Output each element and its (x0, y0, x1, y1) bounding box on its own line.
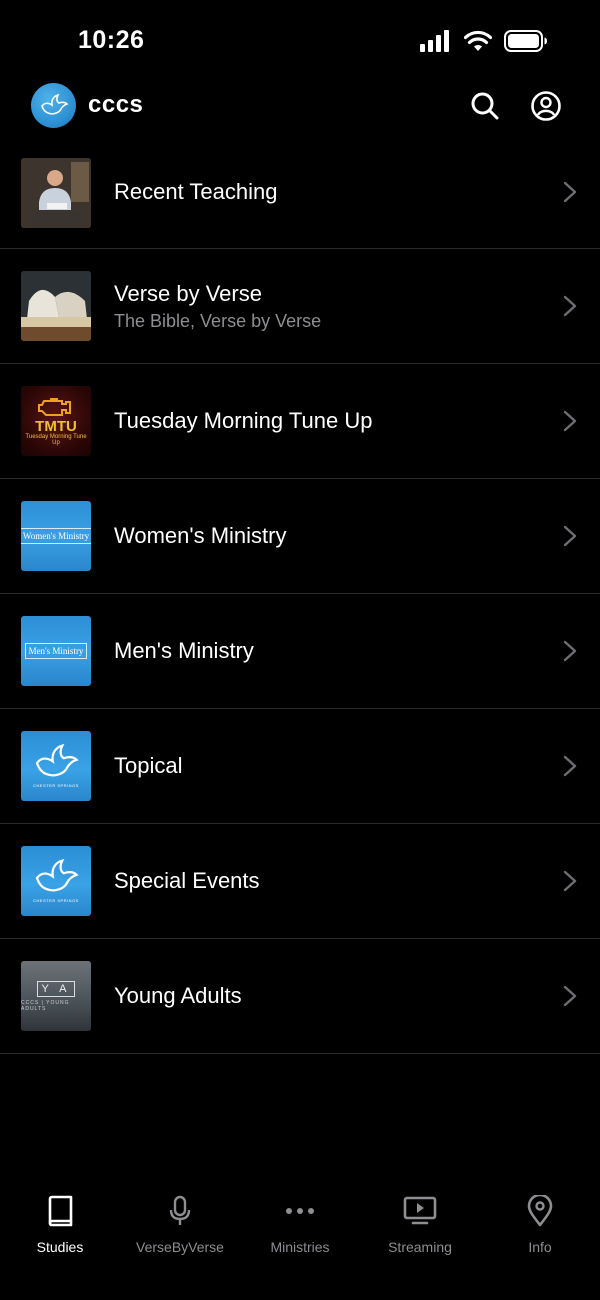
row-title: Tuesday Morning Tune Up (114, 408, 373, 433)
ya-logo-subtitle: CCCS | YOUNG ADULTS (21, 999, 70, 1012)
status-icons (420, 28, 548, 54)
row-text: Special Events (114, 824, 540, 938)
row-title: Women's Ministry (114, 523, 287, 548)
wifi-icon (464, 30, 492, 51)
special-events-thumbnail: CHESTER SPRINGS (21, 846, 91, 916)
status-time: 10:26 (78, 26, 145, 54)
open-bible-image (21, 271, 91, 341)
chevron-right-icon (563, 295, 577, 317)
dove-icon (35, 859, 79, 892)
tmtu-logo-text: TMTU (35, 417, 77, 435)
tab-versebyverse[interactable]: VerseByVerse (120, 1194, 240, 1255)
row-title: Topical (114, 753, 183, 778)
list-item[interactable]: Verse by Verse The Bible, Verse by Verse (0, 249, 600, 364)
list-item[interactable]: CHESTER SPRINGS Special Events (0, 824, 600, 939)
row-text: Verse by Verse The Bible, Verse by Verse (114, 249, 540, 363)
tab-bar: Studies VerseByVerse Ministries Streamin… (0, 1182, 600, 1300)
row-title: Young Adults (114, 983, 242, 1008)
row-text: Men's Ministry (114, 594, 540, 708)
chevron-right-icon (563, 525, 577, 547)
signal-icon (420, 30, 449, 52)
account-icon (531, 91, 561, 121)
open-bible-thumbnail (21, 271, 91, 341)
thumbnail-label: Women's Ministry (21, 528, 91, 544)
search-button[interactable] (467, 88, 503, 124)
dove-icon (40, 93, 68, 115)
thumbnail-caption: CHESTER SPRINGS (33, 783, 79, 788)
ya-logo-text: Y A (36, 980, 76, 997)
teacher-photo-image (21, 158, 91, 228)
chevron-right-icon (563, 181, 577, 203)
tab-label: Info (528, 1239, 552, 1255)
tab-label: Streaming (388, 1239, 452, 1255)
row-text: Women's Ministry (114, 479, 540, 593)
tmtu-thumbnail: TMTU Tuesday Morning Tune Up (21, 386, 91, 456)
list-item[interactable]: Men's Ministry Men's Ministry (0, 594, 600, 709)
womens-ministry-thumbnail: Women's Ministry (21, 501, 91, 571)
tab-info[interactable]: Info (480, 1194, 600, 1255)
location-pin-icon (527, 1195, 553, 1227)
battery-icon (504, 30, 547, 52)
microphone-icon (169, 1195, 191, 1225)
row-title: Men's Ministry (114, 638, 254, 663)
mens-ministry-thumbnail: Men's Ministry (21, 616, 91, 686)
thumbnail-caption: CHESTER SPRINGS (33, 898, 79, 903)
row-title: Verse by Verse (114, 280, 262, 306)
thumbnail-label: Men's Ministry (24, 643, 88, 659)
tab-ministries[interactable]: Ministries (240, 1194, 360, 1255)
list-item[interactable]: Women's Ministry Women's Ministry (0, 479, 600, 594)
chevron-right-icon (563, 410, 577, 432)
row-text: Recent Teaching (114, 150, 540, 234)
chevron-right-icon (563, 640, 577, 662)
tab-label: VerseByVerse (136, 1239, 224, 1255)
list-item[interactable]: Y A CCCS | YOUNG ADULTS Young Adults (0, 939, 600, 1054)
chevron-right-icon (563, 985, 577, 1007)
status-bar: 10:26 (0, 0, 600, 80)
account-button[interactable] (528, 88, 564, 124)
engine-icon (38, 397, 71, 416)
chevron-right-icon (563, 870, 577, 892)
chevron-right-icon (563, 755, 577, 777)
topical-thumbnail: CHESTER SPRINGS (21, 731, 91, 801)
app-title: cccs (88, 91, 144, 118)
app-bar: cccs (0, 80, 600, 152)
row-text: Tuesday Morning Tune Up (114, 364, 540, 478)
row-subtitle: The Bible, Verse by Verse (114, 310, 322, 331)
teacher-photo-thumbnail (21, 158, 91, 228)
list-item[interactable]: Recent Teaching (0, 150, 600, 249)
tab-label: Studies (36, 1239, 84, 1255)
list-item[interactable]: CHESTER SPRINGS Topical (0, 709, 600, 824)
more-dots-icon (286, 1208, 314, 1214)
young-adults-thumbnail: Y A CCCS | YOUNG ADULTS (21, 961, 91, 1031)
dove-icon (35, 744, 79, 777)
tv-play-icon (403, 1196, 437, 1225)
list-item[interactable]: TMTU Tuesday Morning Tune Up Tuesday Mor… (0, 364, 600, 479)
book-icon (48, 1195, 73, 1227)
studies-list: Recent Teaching Verse by Verse The Bible… (0, 150, 600, 1054)
tmtu-logo-subtitle: Tuesday Morning Tune Up (25, 433, 87, 446)
tab-streaming[interactable]: Streaming (360, 1194, 480, 1255)
row-title: Special Events (114, 868, 260, 893)
row-text: Topical (114, 709, 540, 823)
search-icon (471, 92, 499, 120)
tab-studies[interactable]: Studies (0, 1194, 120, 1255)
row-text: Young Adults (114, 939, 540, 1053)
tab-label: Ministries (270, 1239, 330, 1255)
row-title: Recent Teaching (114, 179, 278, 204)
church-logo[interactable] (31, 83, 76, 128)
